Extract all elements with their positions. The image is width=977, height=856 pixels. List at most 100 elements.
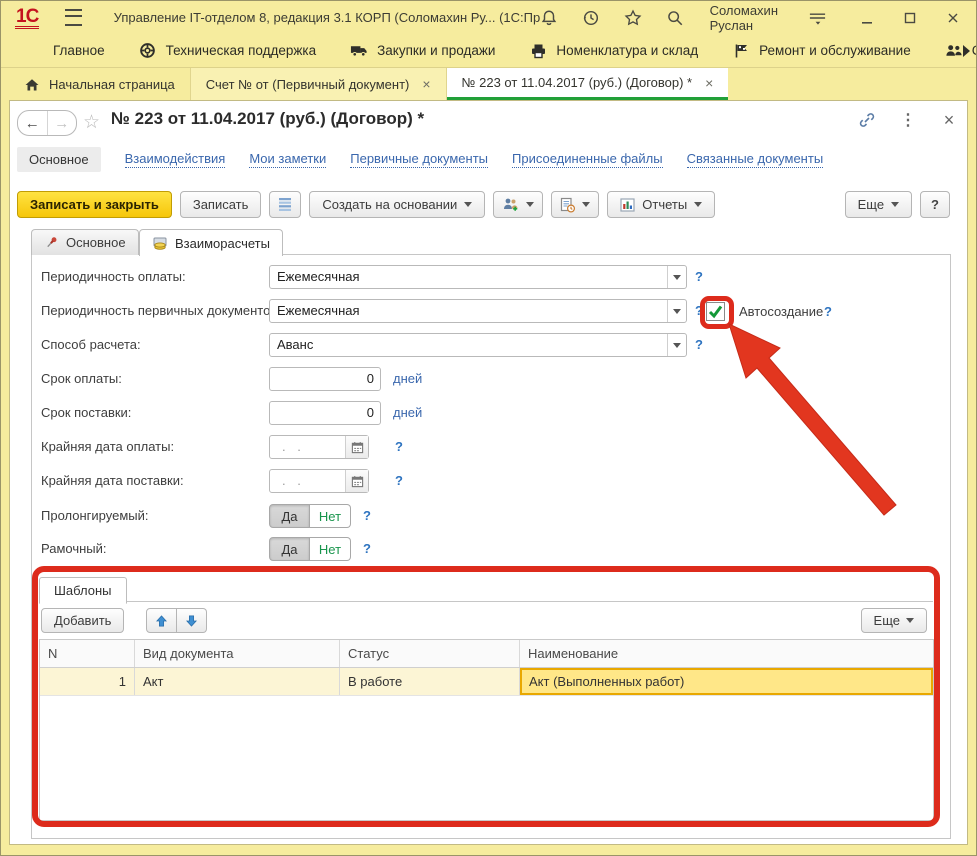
navlink-related-documents[interactable]: Связанные документы: [687, 151, 824, 168]
delivery-deadline-input[interactable]: . .: [269, 469, 369, 493]
history-icon[interactable]: [582, 8, 600, 27]
close-window-icon[interactable]: [943, 8, 962, 27]
table-row[interactable]: 1 Акт В работе Акт (Выполненных работ): [40, 668, 933, 696]
reports-button[interactable]: Отчеты: [607, 191, 715, 218]
service-menu-icon[interactable]: [808, 8, 827, 27]
column-header-name[interactable]: Наименование: [520, 640, 933, 667]
minimize-icon[interactable]: [857, 8, 876, 27]
templates-more-button[interactable]: Еще: [861, 608, 927, 633]
column-header-n[interactable]: N: [40, 640, 135, 667]
no-button[interactable]: Нет: [310, 537, 351, 561]
close-document-icon[interactable]: ×: [940, 111, 958, 129]
button-label: Отчеты: [642, 197, 687, 212]
save-and-close-button[interactable]: Записать и закрыть: [17, 191, 172, 218]
move-down-button[interactable]: [177, 608, 207, 633]
inner-tab-settlements[interactable]: Взаиморасчеты: [139, 229, 283, 256]
combobox-dropdown-icon[interactable]: [667, 300, 686, 322]
forward-button[interactable]: →: [48, 111, 77, 135]
document-nav-links: Основное Взаимодействия Мои заметки Перв…: [17, 147, 823, 172]
create-based-on-button[interactable]: Создать на основании: [309, 191, 485, 218]
menu-item-employees[interactable]: Со: [945, 43, 977, 59]
cell-row-number[interactable]: 1: [40, 668, 135, 695]
help-question-icon[interactable]: ?: [824, 304, 832, 319]
button-label: Добавить: [54, 613, 111, 628]
sections-menu-bar: Главное Техническая поддержка Закупки и …: [1, 34, 976, 68]
current-user[interactable]: Соломахин Руслан: [710, 3, 782, 33]
field-label: Периодичность первичных документов:: [41, 299, 281, 323]
get-link-icon[interactable]: [858, 111, 876, 129]
delivery-term-input[interactable]: 0: [269, 401, 381, 425]
date-placeholder: . .: [282, 473, 305, 488]
more-button[interactable]: Еще: [845, 191, 912, 218]
autocreate-label[interactable]: Автосоздание: [739, 304, 823, 319]
tab-contract-document[interactable]: № 223 от 11.04.2017 (руб.) (Договор) * ×: [447, 68, 729, 100]
navlink-primary-documents[interactable]: Первичные документы: [350, 151, 488, 168]
close-tab-icon[interactable]: ×: [705, 75, 713, 91]
menu-item-label: Ремонт и обслуживание: [759, 43, 911, 58]
interactions-button[interactable]: [493, 191, 543, 218]
reminder-button[interactable]: [551, 191, 599, 218]
calendar-icon[interactable]: [345, 470, 368, 492]
help-question-icon[interactable]: ?: [395, 435, 403, 459]
navlink-attached-files[interactable]: Присоединенные файлы: [512, 151, 663, 168]
menu-item-tech-support[interactable]: Техническая поддержка: [139, 43, 317, 59]
menu-overflow-arrow-icon[interactable]: [963, 45, 970, 57]
combobox-dropdown-icon[interactable]: [667, 334, 686, 356]
add-to-favorites-star-icon[interactable]: ☆: [83, 111, 100, 134]
days-link[interactable]: дней: [393, 367, 422, 391]
no-button[interactable]: Нет: [310, 504, 351, 528]
field-label: Крайняя дата оплаты:: [41, 435, 174, 459]
menu-item-purchases-sales[interactable]: Закупки и продажи: [350, 43, 495, 59]
autocreate-checkbox[interactable]: [706, 302, 725, 321]
days-link[interactable]: дней: [393, 401, 422, 425]
menu-item-main[interactable]: Главное: [53, 43, 105, 58]
docs-periodicity-combobox[interactable]: Ежемесячная: [269, 299, 687, 323]
calendar-icon[interactable]: [345, 436, 368, 458]
combobox-dropdown-icon[interactable]: [667, 266, 686, 288]
navlink-my-notes[interactable]: Мои заметки: [249, 151, 326, 168]
yes-button-selected[interactable]: Да: [269, 504, 310, 528]
help-question-icon[interactable]: ?: [363, 504, 371, 528]
tab-invoice-document[interactable]: Счет № от (Первичный документ) ×: [191, 68, 447, 100]
cell-status[interactable]: В работе: [340, 668, 520, 695]
maximize-icon[interactable]: [900, 8, 919, 27]
help-question-icon[interactable]: ?: [695, 333, 703, 357]
combobox-value: Аванс: [277, 337, 313, 352]
cell-name-selected[interactable]: Акт (Выполненных работ): [520, 668, 933, 695]
system-menu-icon[interactable]: [65, 9, 81, 26]
help-question-icon[interactable]: ?: [363, 537, 371, 561]
navlink-interactions[interactable]: Взаимодействия: [125, 151, 226, 168]
subordination-structure-button[interactable]: [269, 191, 301, 218]
help-question-icon[interactable]: ?: [395, 469, 403, 493]
cell-doc-type[interactable]: Акт: [135, 668, 340, 695]
column-header-status[interactable]: Статус: [340, 640, 520, 667]
back-button[interactable]: ←: [18, 111, 48, 135]
search-icon[interactable]: [666, 8, 684, 27]
button-label: Создать на основании: [322, 197, 457, 212]
tab-label: Счет № от (Первичный документ): [206, 77, 410, 92]
close-tab-icon[interactable]: ×: [422, 76, 430, 92]
menu-item-repair-service[interactable]: Ремонт и обслуживание: [732, 43, 911, 59]
more-menu-dots-icon[interactable]: ⋮: [899, 111, 917, 129]
save-button[interactable]: Записать: [180, 191, 262, 218]
favorites-star-icon[interactable]: [624, 8, 642, 27]
add-row-button[interactable]: Добавить: [41, 608, 124, 633]
menu-item-nomenclature-warehouse[interactable]: Номенклатура и склад: [529, 43, 698, 59]
dropdown-caret-icon: [694, 202, 702, 207]
window-title: Управление IT-отделом 8, редакция 3.1 КО…: [114, 10, 540, 25]
notifications-bell-icon[interactable]: [540, 8, 558, 27]
yes-button-selected[interactable]: Да: [269, 537, 310, 561]
inner-tab-main[interactable]: Основное: [31, 229, 139, 255]
help-question-icon[interactable]: ?: [695, 265, 703, 289]
column-header-doc-type[interactable]: Вид документа: [135, 640, 340, 667]
tab-home-page[interactable]: Начальная страница: [9, 68, 191, 100]
move-up-button[interactable]: [146, 608, 177, 633]
help-button[interactable]: ?: [920, 191, 950, 218]
payment-periodicity-combobox[interactable]: Ежемесячная: [269, 265, 687, 289]
templates-tab[interactable]: Шаблоны: [39, 577, 127, 604]
payment-term-input[interactable]: 0: [269, 367, 381, 391]
calc-method-combobox[interactable]: Аванс: [269, 333, 687, 357]
menu-item-label: Номенклатура и склад: [556, 43, 698, 58]
payment-deadline-input[interactable]: . .: [269, 435, 369, 459]
checkered-flag-icon: [732, 43, 750, 59]
